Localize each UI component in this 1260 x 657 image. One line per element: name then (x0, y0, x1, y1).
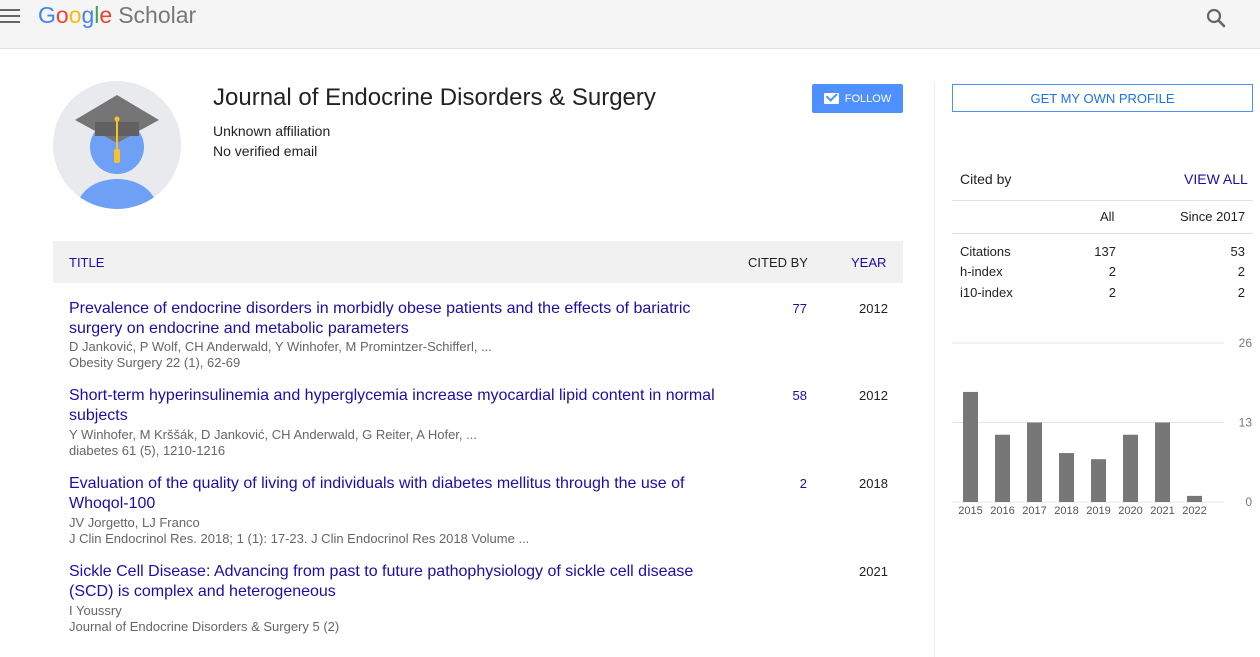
stat-label: Citations (960, 244, 1011, 259)
avatar (53, 81, 181, 209)
article-venue: Journal of Endocrine Disorders & Surgery… (69, 619, 340, 634)
search-icon[interactable] (1204, 6, 1228, 30)
logo-scholar-text: Scholar (118, 2, 197, 28)
logo-letter: G (38, 2, 56, 28)
chart-bar-2020[interactable] (1123, 434, 1138, 502)
x-tick-label: 2018 (1054, 505, 1078, 517)
stat-since-value: 2 (1237, 264, 1245, 279)
mail-icon (823, 93, 839, 104)
article-venue: diabetes 61 (5), 1210-1216 (69, 443, 226, 458)
sort-by-title[interactable]: TITLE (69, 255, 104, 270)
article-year: 2021 (859, 564, 888, 579)
divider (952, 233, 1253, 234)
profile-affiliation: Unknown affiliation (213, 123, 331, 139)
table-row: Prevalence of endocrine disorders in mor… (53, 299, 903, 379)
article-authors: D Janković, P Wolf, CH Anderwald, Y Winh… (69, 339, 492, 354)
cited-by-count-link[interactable]: 58 (793, 388, 807, 403)
cited-by-heading: Cited by (960, 171, 1012, 187)
google-scholar-logo[interactable]: Google Scholar (38, 2, 196, 29)
follow-button[interactable]: FOLLOW (812, 84, 903, 113)
stat-label: i10-index (960, 285, 1013, 300)
sort-by-year[interactable]: YEAR (851, 255, 886, 270)
view-all-link[interactable]: VIEW ALL (1184, 171, 1248, 187)
stat-all-value: 137 (1094, 244, 1116, 259)
profile-name: Journal of Endocrine Disorders & Surgery (213, 84, 656, 111)
y-tick-label: 26 (1239, 336, 1253, 350)
table-row: Evaluation of the quality of living of i… (53, 474, 903, 554)
chart-bar-2019[interactable] (1091, 459, 1106, 502)
stats-col-all: All (1100, 209, 1115, 224)
x-tick-label: 2017 (1022, 505, 1046, 517)
article-title-link[interactable]: Short-term hyperinsulinemia and hypergly… (69, 386, 729, 426)
cited-by-column-header: CITED BY (748, 255, 808, 270)
articles-table-header: TITLE CITED BY YEAR (53, 241, 903, 283)
cited-by-count-link[interactable]: 77 (793, 301, 807, 316)
y-tick-label: 0 (1245, 495, 1252, 509)
x-tick-label: 2019 (1086, 505, 1110, 517)
profile-email: No verified email (213, 143, 318, 159)
article-year: 2018 (859, 476, 888, 491)
chart-bar-2018[interactable] (1059, 453, 1074, 502)
chart-bar-2016[interactable] (995, 434, 1010, 502)
cited-by-count-link[interactable]: 2 (800, 476, 807, 491)
logo-letter: e (99, 2, 113, 28)
table-row: Short-term hyperinsulinemia and hypergly… (53, 386, 903, 466)
divider (952, 200, 1253, 201)
article-year: 2012 (859, 301, 888, 316)
article-authors: I Youssry (69, 603, 122, 618)
follow-label: FOLLOW (844, 92, 892, 105)
y-tick-label: 13 (1239, 416, 1253, 430)
top-bar: Google Scholar (0, 0, 1260, 49)
article-venue: J Clin Endocrinol Res. 2018; 1 (1): 17-2… (69, 531, 530, 546)
article-title-link[interactable]: Prevalence of endocrine disorders in mor… (69, 299, 729, 339)
x-tick-label: 2020 (1118, 505, 1142, 517)
logo-letter: o (68, 2, 82, 28)
article-year: 2012 (859, 388, 888, 403)
get-my-own-profile-button[interactable]: GET MY OWN PROFILE (952, 84, 1253, 112)
column-divider (934, 82, 935, 657)
stat-all-value: 2 (1108, 285, 1116, 300)
x-tick-label: 2016 (990, 505, 1014, 517)
citations-per-year-chart: 0 13 26 2015 2016 2017 2018 2019 2020 2021 2022 (952, 333, 1260, 523)
stat-since-value: 53 (1230, 244, 1245, 259)
stat-all-value: 2 (1108, 264, 1116, 279)
chart-bar-2015[interactable] (963, 391, 978, 502)
article-title-link[interactable]: Evaluation of the quality of living of i… (69, 474, 729, 514)
x-tick-label: 2022 (1182, 505, 1206, 517)
stat-label: h-index (960, 264, 1003, 279)
x-tick-label: 2021 (1150, 505, 1174, 517)
stats-col-since: Since 2017 (1180, 209, 1246, 224)
chart-bar-2022[interactable] (1187, 495, 1202, 502)
citations-bar-chart: 0 13 26 2015 2016 2017 2018 2019 2020 2021 2022 (952, 336, 1253, 517)
article-authors: JV Jorgetto, LJ Franco (69, 515, 200, 530)
graduate-cap-avatar-icon (53, 81, 181, 209)
logo-letter: o (55, 2, 69, 28)
article-venue: Obesity Surgery 22 (1), 62-69 (69, 355, 241, 370)
stat-since-value: 2 (1237, 285, 1245, 300)
article-authors: Y Winhofer, M Krššák, D Janković, CH And… (69, 427, 477, 442)
chart-bar-2017[interactable] (1027, 422, 1042, 503)
article-title-link[interactable]: Sickle Cell Disease: Advancing from past… (69, 562, 729, 602)
logo-letter: g (81, 2, 95, 28)
table-row: Sickle Cell Disease: Advancing from past… (53, 562, 903, 642)
chart-bar-2021[interactable] (1155, 422, 1170, 503)
x-tick-label: 2015 (958, 505, 982, 517)
menu-icon[interactable] (0, 9, 20, 25)
